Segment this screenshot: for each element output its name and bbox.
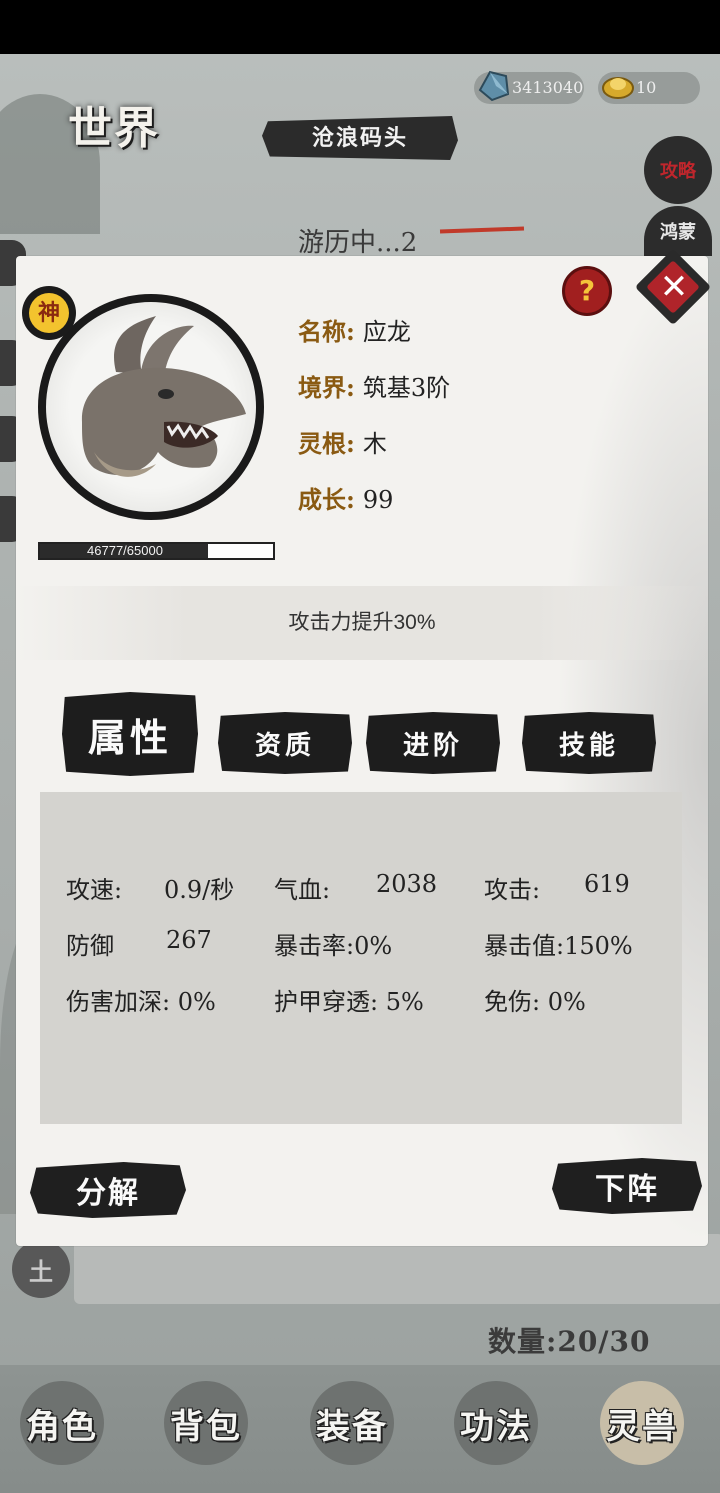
stat-attack-speed: 攻速: 0.9/秒 (66, 870, 234, 905)
stat-label: 暴击率: (274, 932, 355, 960)
element-badge: 土 (12, 1240, 70, 1298)
stat-label: 伤害加深: (66, 988, 171, 1016)
info-key: 名称: (298, 317, 355, 346)
guide-label: 攻略 (660, 161, 696, 182)
pet-portrait (38, 294, 264, 520)
stat-crit-rate: 暴击率:0% (274, 926, 392, 961)
info-key: 境界: (298, 373, 355, 402)
stat-label: 攻击: (484, 876, 541, 904)
nav-skills[interactable]: 功法 (440, 1373, 552, 1473)
crystal-icon (478, 70, 510, 102)
system-status-bar (0, 0, 720, 54)
nav-label: 装备 (316, 1406, 388, 1447)
gold-value: 10 (636, 78, 657, 97)
stat-armor-pen: 护甲穿透: 5% (274, 982, 424, 1017)
stat-label: 护甲穿透: (274, 988, 379, 1016)
nav-label: 角色 (26, 1406, 98, 1447)
info-key: 灵根: (298, 429, 355, 458)
nav-spirit-beast[interactable]: 灵兽 (586, 1373, 698, 1473)
stat-label: 暴击值: (484, 932, 565, 960)
travel-status: 游历中...2 (298, 228, 418, 258)
nav-backpack[interactable]: 背包 (150, 1373, 262, 1473)
tab-aptitude[interactable]: 资质 (218, 712, 352, 774)
stat-value: 267 (166, 926, 212, 954)
info-value: 木 (362, 430, 387, 458)
stat-value: 2038 (376, 870, 438, 898)
info-value: 应龙 (362, 318, 411, 346)
rank-badge: 神 (22, 286, 76, 340)
stat-value: 5% (385, 988, 424, 1016)
close-icon[interactable]: ✕ (652, 262, 696, 314)
buff-description: 攻击力提升30% (16, 586, 708, 660)
stat-damage-amplify: 伤害加深: 0% (66, 982, 216, 1017)
stat-value: 0% (547, 988, 586, 1016)
stat-damage-reduction: 免伤: 0% (484, 982, 586, 1017)
location-banner[interactable]: 沧浪码头 (262, 116, 458, 160)
info-key: 成长: (298, 485, 355, 514)
nav-equipment[interactable]: 装备 (296, 1373, 408, 1473)
guide-button[interactable]: 攻略 (644, 136, 712, 204)
crystal-counter[interactable]: 3413040 (474, 70, 584, 104)
stat-value: 0% (354, 932, 393, 960)
pet-root-row: 灵根: 木 (298, 424, 387, 459)
stat-label: 气血: (274, 876, 331, 904)
xp-bar: 46777/65000 (38, 542, 275, 560)
tab-advance[interactable]: 进阶 (366, 712, 500, 774)
stat-attack: 攻击: 619 (484, 870, 630, 905)
stats-panel: 攻速: 0.9/秒 气血: 2038 攻击: 619 防御 267 暴击率:0% 暴击值… (40, 792, 682, 1124)
decompose-button[interactable]: 分解 (30, 1162, 186, 1218)
pet-name-row: 名称: 应龙 (298, 312, 411, 347)
stat-defense: 防御 267 (66, 926, 212, 961)
stat-value: 150% (564, 932, 633, 960)
stat-hp: 气血: 2038 (274, 870, 437, 905)
help-button[interactable]: ? (562, 266, 612, 316)
pet-detail-modal: 神 46777/65000 ? ✕ 名称: 应龙 境界: 筑基3阶 灵根: 木 成长:… (16, 248, 712, 1246)
nav-character[interactable]: 角色 (6, 1373, 118, 1473)
xp-text: 46777/65000 (87, 543, 163, 558)
gold-counter[interactable]: 10 (598, 72, 700, 104)
unequip-button[interactable]: 下阵 (552, 1158, 702, 1214)
pet-realm-row: 境界: 筑基3阶 (298, 368, 450, 403)
stat-value: 0% (177, 988, 216, 1016)
stat-value: 619 (584, 870, 630, 898)
nav-label: 灵兽 (606, 1406, 678, 1447)
pet-count: 数量:20/30 (488, 1325, 651, 1358)
rank-label: 神 (29, 293, 69, 333)
nav-label: 功法 (460, 1406, 532, 1447)
info-value: 99 (362, 486, 394, 514)
gold-ingot-icon (602, 77, 634, 99)
info-value: 筑基3阶 (362, 374, 451, 402)
stat-label: 免伤: (484, 988, 541, 1016)
stat-crit-damage: 暴击值:150% (484, 926, 633, 961)
dragon-head-icon (81, 316, 247, 477)
crystal-value: 3413040 (512, 78, 584, 97)
pet-growth-row: 成长: 99 (298, 480, 393, 515)
tab-attributes[interactable]: 属性 (62, 692, 198, 776)
stat-label: 防御 (66, 932, 114, 960)
stat-label: 攻速: (66, 876, 123, 904)
nav-label: 背包 (170, 1406, 242, 1447)
world-title: 世界 (68, 103, 160, 154)
stat-value: 0.9/秒 (164, 876, 235, 904)
tab-skills[interactable]: 技能 (522, 712, 656, 774)
hongmeng-label: 鸿蒙 (660, 222, 696, 243)
